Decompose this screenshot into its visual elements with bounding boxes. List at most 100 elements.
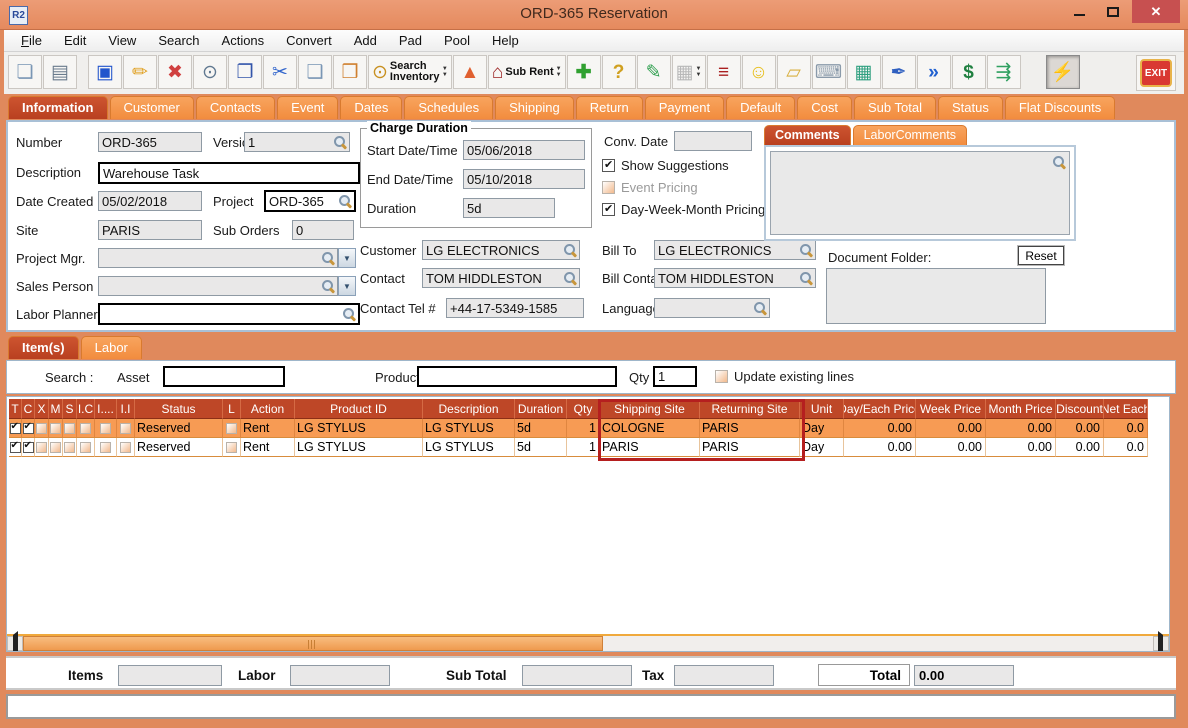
bill-contact-field[interactable]: TOM HIDDLESTON xyxy=(654,268,816,288)
tab-labor[interactable]: Labor xyxy=(80,336,142,359)
checkbox-icon[interactable] xyxy=(64,422,75,434)
project-field[interactable]: ORD-365 xyxy=(264,190,356,212)
cell-checkbox[interactable] xyxy=(22,438,35,457)
cell-qty[interactable]: 1 xyxy=(567,419,600,438)
checkbox-icon[interactable] xyxy=(64,441,75,453)
menu-actions[interactable]: Actions xyxy=(211,31,276,50)
delivery-button[interactable]: ⇶ xyxy=(986,55,1021,89)
find-button[interactable]: ⊙ xyxy=(193,55,227,89)
project-mgr-field[interactable] xyxy=(98,248,338,268)
checkbox-icon[interactable] xyxy=(22,440,34,453)
tab-schedules[interactable]: Schedules xyxy=(404,96,494,119)
column-header[interactable]: M xyxy=(49,399,63,419)
column-header-net-each[interactable]: Net Each xyxy=(1104,399,1148,419)
duration-field[interactable]: 5d xyxy=(463,198,555,218)
column-header-month-price[interactable]: Month Price xyxy=(986,399,1056,419)
cell-action[interactable]: Rent xyxy=(241,438,295,457)
start-date-field[interactable]: 05/06/2018 xyxy=(463,140,585,160)
cell-week-price[interactable]: 0.00 xyxy=(916,438,986,457)
magnifier-icon[interactable] xyxy=(1052,155,1066,169)
bill-to-field[interactable]: LG ELECTRONICS xyxy=(654,240,816,260)
checkbox-icon[interactable] xyxy=(36,441,47,453)
reset-button[interactable]: Reset xyxy=(1017,245,1065,266)
quick-action-button[interactable]: ⚡ xyxy=(1045,55,1080,89)
checkbox-icon[interactable] xyxy=(226,441,237,453)
product-input[interactable] xyxy=(417,366,617,387)
tab-event[interactable]: Event xyxy=(277,96,339,119)
cut-button[interactable]: ✂ xyxy=(263,55,297,89)
cell-day-each-price[interactable]: 0.00 xyxy=(844,438,916,457)
cell-shipping-site[interactable]: PARIS xyxy=(600,438,700,457)
cell-checkbox[interactable] xyxy=(223,419,241,438)
column-header[interactable]: T xyxy=(9,399,22,419)
cell-duration[interactable]: 5d xyxy=(515,419,567,438)
tab-customer[interactable]: Customer xyxy=(109,96,194,119)
customer-field[interactable]: LG ELECTRONICS xyxy=(422,240,580,260)
sub-orders-field[interactable]: 0 xyxy=(292,220,354,240)
cell-description[interactable]: LG STYLUS xyxy=(423,419,515,438)
cell-action[interactable]: Rent xyxy=(241,419,295,438)
magnifier-icon[interactable] xyxy=(342,307,356,321)
menu-file[interactable]: File xyxy=(10,31,53,50)
cell-week-price[interactable]: 0.00 xyxy=(916,419,986,438)
checkbox-icon[interactable] xyxy=(22,421,34,434)
column-header-description[interactable]: Description xyxy=(423,399,515,419)
tab-contacts[interactable]: Contacts xyxy=(195,96,276,119)
checkbox-icon[interactable] xyxy=(80,422,91,434)
cell-checkbox[interactable] xyxy=(9,438,22,457)
billing-notes-button[interactable]: $ xyxy=(951,55,986,89)
menu-convert[interactable]: Convert xyxy=(275,31,343,50)
magnifier-icon[interactable] xyxy=(321,279,335,293)
cell-checkbox[interactable] xyxy=(77,419,95,438)
edit-note-button[interactable]: ✒ xyxy=(881,55,916,89)
magnifier-icon[interactable] xyxy=(753,301,767,315)
cell-checkbox[interactable] xyxy=(95,438,117,457)
contact-tel-field[interactable]: +44-17-5349-1585 xyxy=(446,298,584,318)
column-header-unit[interactable]: Unit xyxy=(800,399,844,419)
magnifier-icon[interactable] xyxy=(799,243,813,257)
checkbox-icon[interactable] xyxy=(50,422,61,434)
sales-person-field[interactable] xyxy=(98,276,338,296)
tab-labor-comments[interactable]: LaborComments xyxy=(852,125,967,145)
end-date-field[interactable]: 05/10/2018 xyxy=(463,169,585,189)
cell-month-price[interactable]: 0.00 xyxy=(986,438,1056,457)
tab-status[interactable]: Status xyxy=(937,96,1003,119)
cell-day-each-price[interactable]: 0.00 xyxy=(844,419,916,438)
update-lines-checkbox[interactable] xyxy=(715,370,728,383)
column-header[interactable]: I.I xyxy=(117,399,135,419)
cell-checkbox[interactable] xyxy=(117,419,135,438)
column-header-day-each-price[interactable]: Day/Each Price xyxy=(844,399,916,419)
column-header[interactable]: S xyxy=(63,399,77,419)
cell-status[interactable]: Reserved xyxy=(135,419,223,438)
cell-net-each[interactable]: 0.0 xyxy=(1104,419,1148,438)
maximize-button[interactable] xyxy=(1096,0,1130,24)
tab-flat-discounts[interactable]: Flat Discounts xyxy=(1004,96,1116,119)
checkbox-icon[interactable] xyxy=(226,422,237,434)
add-line-button[interactable]: ✚ xyxy=(566,55,601,89)
checkbox-icon[interactable] xyxy=(100,422,111,434)
org-chart-button[interactable]: ≡ xyxy=(706,55,741,89)
cell-unit[interactable]: Day xyxy=(800,438,844,457)
tab-dates[interactable]: Dates xyxy=(340,96,403,119)
paste-button[interactable]: ❒ xyxy=(333,55,367,89)
search-inventory-button[interactable]: ⊙ Search Inventory xyxy=(368,55,452,89)
scrollbar-thumb[interactable] xyxy=(23,636,603,651)
tab-default[interactable]: Default xyxy=(726,96,796,119)
cell-checkbox[interactable] xyxy=(63,438,77,457)
billing-forward-button[interactable]: » xyxy=(916,55,951,89)
graphics-button[interactable]: ▲ xyxy=(452,55,487,89)
cell-checkbox[interactable] xyxy=(77,438,95,457)
column-header-shipping-site[interactable]: Shipping Site xyxy=(600,399,700,419)
checkbox-icon[interactable] xyxy=(9,440,21,453)
dwm-pricing-checkbox[interactable] xyxy=(602,202,615,216)
column-header-action[interactable]: Action xyxy=(241,399,295,419)
magnifier-icon[interactable] xyxy=(563,243,577,257)
scroll-left-arrow[interactable] xyxy=(7,636,23,651)
site-field[interactable]: PARIS xyxy=(98,220,202,240)
calendar-button[interactable]: ▦ xyxy=(671,55,706,89)
menu-search[interactable]: Search xyxy=(147,31,210,50)
tab-comments[interactable]: Comments xyxy=(764,125,851,145)
conv-date-field[interactable] xyxy=(674,131,752,151)
document-folder-area[interactable] xyxy=(826,268,1046,324)
cell-description[interactable]: LG STYLUS xyxy=(423,438,515,457)
